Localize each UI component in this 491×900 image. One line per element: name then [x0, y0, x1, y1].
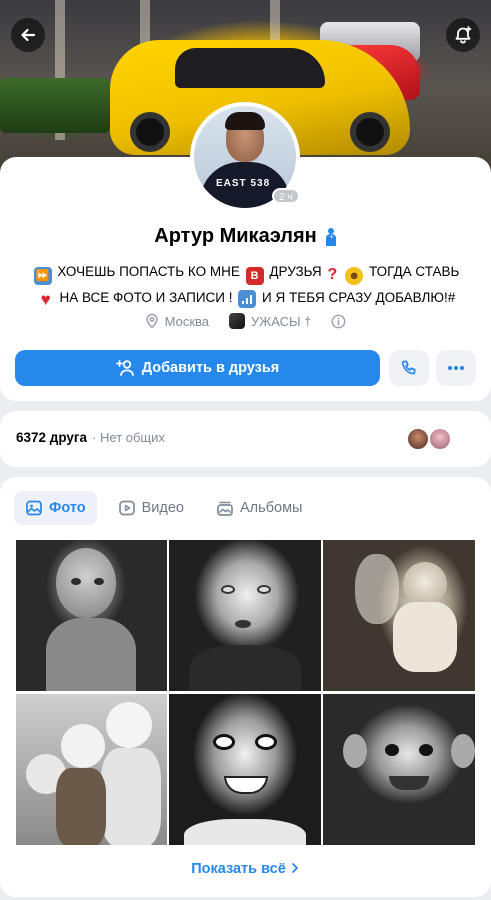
- profile-status: ⏩ ХОЧЕШЬ ПОПАСТЬ КО МНЕ B ДРУЗЬЯ ? ☻ ТОГ…: [20, 259, 471, 311]
- signal-bars-emoji-icon: [238, 290, 257, 308]
- arrow-left-icon: [21, 28, 36, 42]
- friend-avatar[interactable]: [406, 427, 430, 451]
- avatar-hair: [225, 112, 265, 130]
- notifications-button[interactable]: [446, 18, 480, 52]
- community-avatar-icon: [229, 313, 245, 329]
- photo-thumbnail[interactable]: [16, 694, 167, 845]
- photo-thumbnail[interactable]: [323, 694, 475, 845]
- status-text: И Я ТЕБЯ СРАЗУ ДОБАВЛЮ!#: [262, 290, 456, 305]
- friends-card[interactable]: 6372 друга · Нет общих: [0, 411, 491, 467]
- call-button[interactable]: [389, 350, 429, 386]
- tab-label: Фото: [49, 500, 86, 516]
- status-line-1: ⏩ ХОЧЕШЬ ПОПАСТЬ КО МНЕ B ДРУЗЬЯ ? ☻ ТОГ…: [20, 259, 471, 285]
- back-button[interactable]: [11, 18, 45, 52]
- albums-icon: [217, 501, 233, 516]
- letter-b-emoji-icon: B: [245, 267, 264, 285]
- image-icon: [26, 500, 42, 516]
- avatar-shirt-text: EAST 538: [216, 178, 271, 189]
- mutual-friends-label: · Нет общих: [92, 430, 165, 445]
- tab-label: Альбомы: [240, 500, 303, 516]
- photo-thumbnail[interactable]: [323, 540, 475, 691]
- tab-label: Видео: [141, 500, 185, 516]
- chevron-right-icon: [291, 863, 298, 873]
- verified-person-icon: [325, 227, 336, 246]
- profile-name-row: Артур Микаэлян: [0, 225, 491, 248]
- profile-name: Артур Микаэлян: [154, 225, 317, 247]
- more-button[interactable]: [436, 350, 476, 386]
- cover-hedge: [0, 78, 110, 133]
- smile-emoji-icon: ☻: [345, 267, 364, 285]
- media-card: Фото Видео Альбомы Показать всё: [0, 477, 491, 897]
- friends-summary: 6372 друга · Нет общих: [16, 430, 165, 445]
- status-text: НА ВСЕ ФОТО И ЗАПИСИ !: [59, 290, 233, 305]
- phone-icon: [401, 360, 416, 375]
- media-tabs: Фото Видео Альбомы: [14, 491, 313, 525]
- profile-city[interactable]: Москва: [165, 314, 209, 329]
- profile-meta-row: Москва УЖАСЫ †: [0, 313, 491, 329]
- add-friend-label: Добавить в друзья: [141, 360, 280, 376]
- photo-grid: [16, 540, 475, 845]
- profile-community[interactable]: УЖАСЫ †: [251, 314, 311, 329]
- friends-count: 6372 друга: [16, 430, 88, 445]
- tab-photos[interactable]: Фото: [14, 491, 97, 525]
- more-dots-icon: [448, 366, 464, 370]
- add-user-icon: [115, 360, 134, 376]
- bell-plus-icon: [455, 26, 472, 44]
- show-all-link[interactable]: Показать всё: [0, 861, 491, 877]
- tab-videos[interactable]: Видео: [107, 491, 195, 525]
- add-friend-button[interactable]: Добавить в друзья: [15, 350, 380, 386]
- online-status-badge: 2 ч: [272, 188, 300, 204]
- info-icon[interactable]: [331, 314, 346, 329]
- status-text: ДРУЗЬЯ: [269, 264, 322, 279]
- cover-car-wheel: [130, 112, 170, 152]
- question-mark-emoji-icon: ?: [327, 266, 338, 283]
- show-all-label: Показать всё: [191, 861, 286, 877]
- status-line-2: ♥ НА ВСЕ ФОТО И ЗАПИСИ ! И Я ТЕБЯ СРАЗУ …: [20, 285, 471, 311]
- photo-thumbnail[interactable]: [169, 694, 321, 845]
- cover-car-wheel: [350, 112, 390, 152]
- photo-thumbnail[interactable]: [16, 540, 167, 691]
- fast-forward-emoji-icon: ⏩: [33, 267, 52, 285]
- location-pin-icon: [145, 313, 158, 329]
- photo-thumbnail[interactable]: [169, 540, 321, 691]
- status-text: ХОЧЕШЬ ПОПАСТЬ КО МНЕ: [57, 264, 240, 279]
- friend-avatar[interactable]: [428, 427, 452, 451]
- heart-emoji-icon: ♥: [40, 290, 51, 309]
- video-icon: [118, 500, 135, 516]
- cover-car-windshield: [175, 48, 325, 88]
- tab-albums[interactable]: Альбомы: [205, 491, 313, 525]
- status-text: ТОГДА СТАВЬ: [368, 264, 460, 279]
